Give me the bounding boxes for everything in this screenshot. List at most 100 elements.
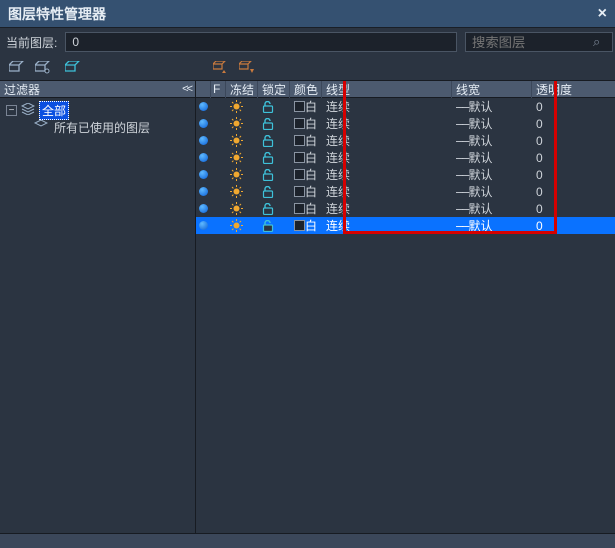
cell-status[interactable]: [196, 98, 211, 115]
cell-freeze[interactable]: [226, 132, 258, 149]
cell-color[interactable]: 白: [290, 183, 322, 200]
layers-used-icon: [34, 120, 48, 135]
cell-lineweight[interactable]: —— 默认: [452, 183, 532, 200]
cell-lineweight[interactable]: —— 默认: [452, 115, 532, 132]
cell-on[interactable]: [211, 149, 226, 166]
cell-lineweight[interactable]: —— 默认: [452, 132, 532, 149]
cell-status[interactable]: [196, 183, 211, 200]
new-layer-frozen-icon[interactable]: [34, 60, 52, 76]
cell-on[interactable]: [211, 132, 226, 149]
cell-transparency[interactable]: 0: [532, 132, 578, 149]
cell-freeze[interactable]: [226, 149, 258, 166]
cell-lock[interactable]: [258, 217, 290, 234]
table-row[interactable]: 白连续—— 默认0: [196, 166, 615, 183]
cell-color[interactable]: 白: [290, 98, 322, 115]
cell-transparency[interactable]: 0: [532, 115, 578, 132]
collapse-icon[interactable]: <<: [182, 83, 191, 95]
cell-linetype[interactable]: 连续: [322, 166, 452, 183]
cell-freeze[interactable]: [226, 217, 258, 234]
layer-previous-icon[interactable]: [238, 60, 256, 76]
tree-toggle-icon[interactable]: −: [6, 105, 17, 116]
close-icon[interactable]: ×: [598, 5, 607, 23]
cell-lock[interactable]: [258, 183, 290, 200]
cell-on[interactable]: [211, 183, 226, 200]
col-lock[interactable]: 锁定: [258, 81, 290, 98]
cell-color[interactable]: 白: [290, 149, 322, 166]
cell-freeze[interactable]: [226, 200, 258, 217]
cell-lock[interactable]: [258, 115, 290, 132]
tree-label-used[interactable]: 所有已使用的图层: [52, 119, 152, 136]
col-color[interactable]: 颜色: [290, 81, 322, 98]
tree-item-used[interactable]: 所有已使用的图层: [34, 119, 189, 136]
cell-status[interactable]: [196, 132, 211, 149]
cell-color[interactable]: 白: [290, 217, 322, 234]
cell-linetype[interactable]: 连续: [322, 183, 452, 200]
cell-status[interactable]: [196, 200, 211, 217]
table-row[interactable]: 白连续—— 默认0: [196, 183, 615, 200]
filter-tree[interactable]: − 全部 所有已使用的图层: [0, 98, 195, 533]
new-layer-icon[interactable]: [8, 60, 26, 76]
cell-transparency[interactable]: 0: [532, 166, 578, 183]
cell-color[interactable]: 白: [290, 132, 322, 149]
search-input[interactable]: [465, 32, 613, 52]
cell-on[interactable]: [211, 200, 226, 217]
cell-transparency[interactable]: 0: [532, 200, 578, 217]
cell-linetype[interactable]: 连续: [322, 217, 452, 234]
cell-lineweight[interactable]: —— 默认: [452, 200, 532, 217]
layer-states-icon[interactable]: [212, 60, 230, 76]
cell-lock[interactable]: [258, 98, 290, 115]
cell-lineweight[interactable]: —— 默认: [452, 98, 532, 115]
tree-label-all[interactable]: 全部: [39, 101, 69, 120]
col-status[interactable]: [196, 81, 211, 98]
cell-lock[interactable]: [258, 200, 290, 217]
cell-lock[interactable]: [258, 149, 290, 166]
cell-color[interactable]: 白: [290, 166, 322, 183]
cell-on[interactable]: [211, 98, 226, 115]
cell-lock[interactable]: [258, 166, 290, 183]
cell-lock[interactable]: [258, 132, 290, 149]
cell-transparency[interactable]: 0: [532, 149, 578, 166]
cell-linetype[interactable]: 连续: [322, 149, 452, 166]
cell-status[interactable]: [196, 115, 211, 132]
cell-lineweight[interactable]: —— 默认: [452, 166, 532, 183]
table-row[interactable]: 白连续—— 默认0: [196, 217, 615, 234]
cell-transparency[interactable]: 0: [532, 183, 578, 200]
table-row[interactable]: 白连续—— 默认0: [196, 132, 615, 149]
cell-transparency[interactable]: 0: [532, 217, 578, 234]
cell-on[interactable]: [211, 166, 226, 183]
cell-color[interactable]: 白: [290, 115, 322, 132]
cell-linetype[interactable]: 连续: [322, 132, 452, 149]
col-freeze[interactable]: 冻结: [226, 81, 258, 98]
col-on[interactable]: F: [211, 81, 226, 98]
cell-freeze[interactable]: [226, 183, 258, 200]
status-bar: [0, 533, 615, 548]
table-row[interactable]: 白连续—— 默认0: [196, 115, 615, 132]
cell-freeze[interactable]: [226, 98, 258, 115]
cell-freeze[interactable]: [226, 166, 258, 183]
cell-linetype[interactable]: 连续: [322, 98, 452, 115]
delete-layer-icon[interactable]: [64, 60, 82, 76]
table-row[interactable]: 白连续—— 默认0: [196, 149, 615, 166]
cell-status[interactable]: [196, 217, 211, 234]
col-lineweight[interactable]: 线宽: [452, 81, 532, 98]
cell-lineweight[interactable]: —— 默认: [452, 149, 532, 166]
cell-on[interactable]: [211, 115, 226, 132]
table-row[interactable]: 白连续—— 默认0: [196, 200, 615, 217]
cell-freeze[interactable]: [226, 115, 258, 132]
cell-status[interactable]: [196, 166, 211, 183]
sun-icon: [230, 185, 243, 198]
status-dot-icon: [199, 170, 208, 179]
col-linetype[interactable]: 线型: [322, 81, 452, 98]
cell-color[interactable]: 白: [290, 200, 322, 217]
table-row[interactable]: 白连续—— 默认0: [196, 98, 615, 115]
current-layer-value[interactable]: 0: [65, 32, 457, 52]
lineweight-line-icon: ——: [456, 117, 468, 131]
cell-lineweight[interactable]: —— 默认: [452, 217, 532, 234]
cell-linetype[interactable]: 连续: [322, 200, 452, 217]
cell-on[interactable]: [211, 217, 226, 234]
cell-linetype[interactable]: 连续: [322, 115, 452, 132]
cell-transparency[interactable]: 0: [532, 98, 578, 115]
tree-root-all[interactable]: − 全部: [6, 102, 189, 119]
cell-status[interactable]: [196, 149, 211, 166]
col-transparency[interactable]: 透明度: [532, 81, 578, 98]
